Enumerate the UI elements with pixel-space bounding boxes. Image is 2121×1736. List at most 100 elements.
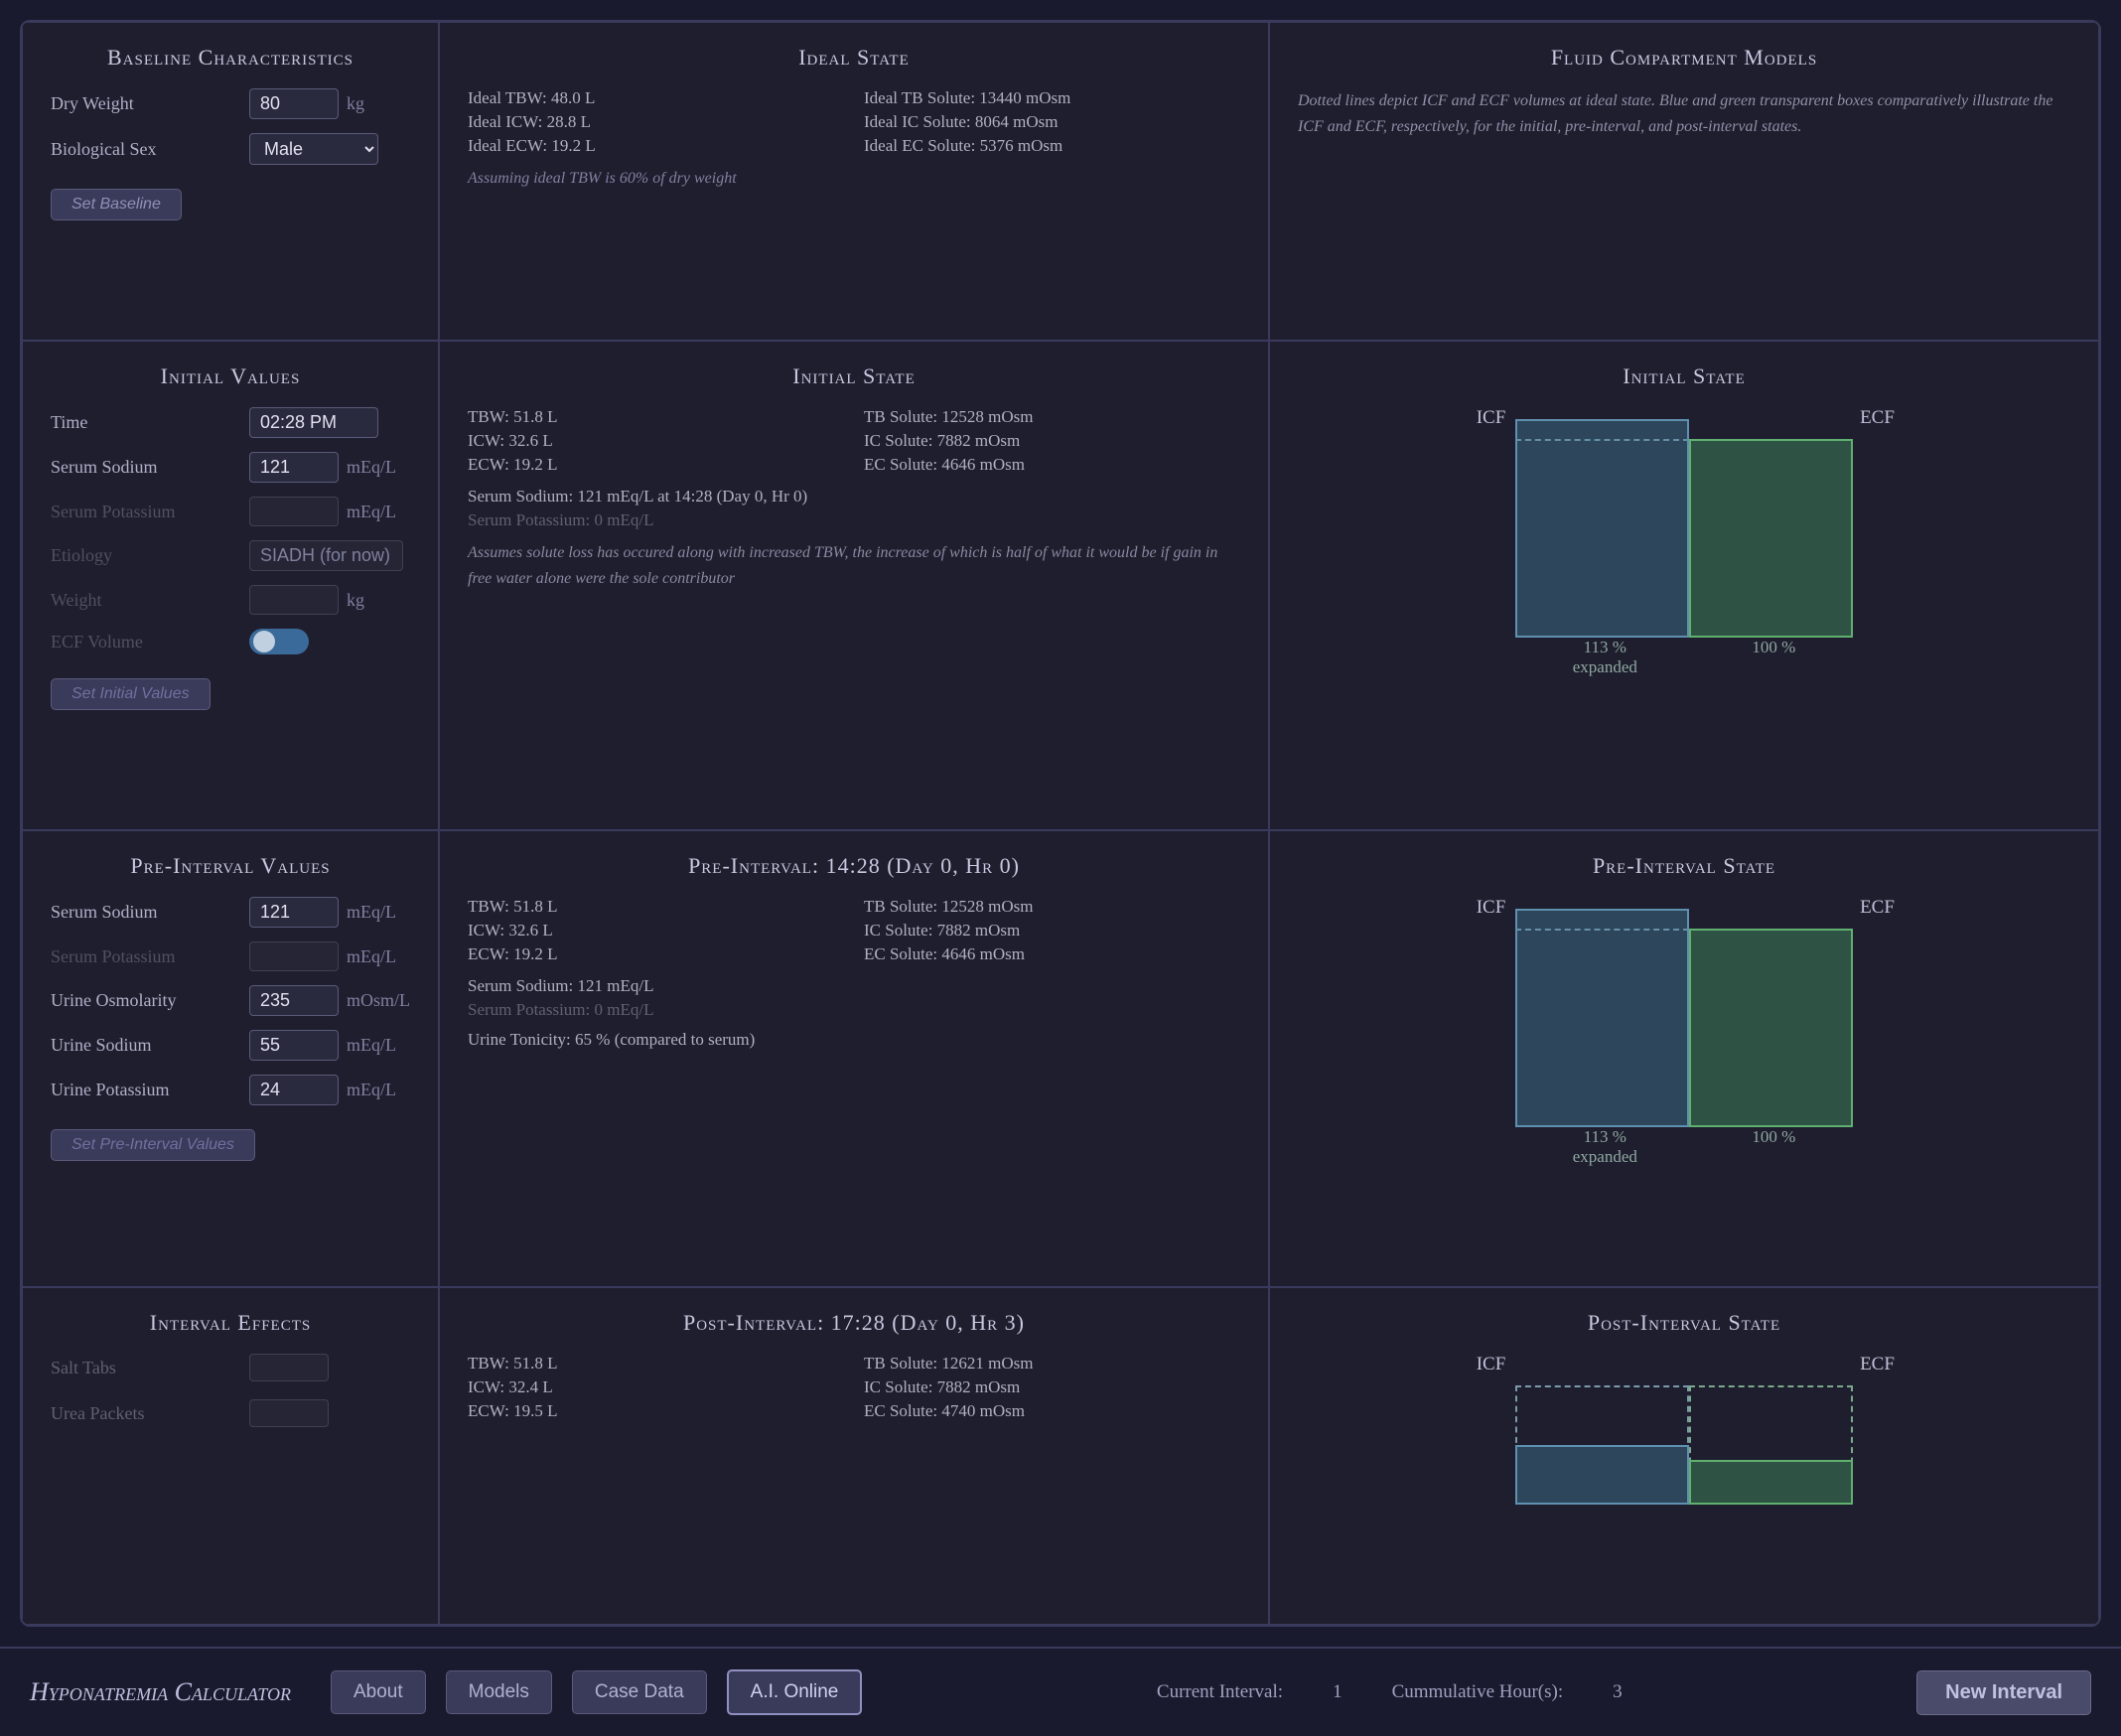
set-initial-values-button[interactable]: Set Initial Values xyxy=(51,678,211,710)
urine-sodium-input[interactable] xyxy=(249,1030,339,1061)
post-interval-state-data: TBW: 51.8 L TB Solute: 12621 mOsm ICW: 3… xyxy=(468,1354,1240,1421)
ecf-volume-toggle[interactable] xyxy=(249,629,309,654)
serum-sodium-label: Serum Sodium xyxy=(51,457,249,478)
time-row: Time xyxy=(51,407,410,438)
serum-sodium-input[interactable] xyxy=(249,452,339,483)
cumulative-hours-label: Cummulative Hour(s): xyxy=(1392,1681,1564,1703)
pre-interval-state-data: TBW: 51.8 L TB Solute: 12528 mOsm ICW: 3… xyxy=(468,897,1240,964)
initial-state-visual-title: Initial State xyxy=(1298,363,2070,389)
urine-potassium-label: Urine Potassium xyxy=(51,1080,249,1100)
pre-interval-state-section: Pre-Interval: 14:28 (Day 0, Hr 0) TBW: 5… xyxy=(439,830,1269,1287)
initial-ecf-pct: 100 % xyxy=(1752,638,1795,677)
pre-ecf-pct: 100 % xyxy=(1752,1127,1795,1167)
interval-effects-section: Interval Effects Salt Tabs Urea Packets xyxy=(22,1287,439,1625)
pre-ic-solute: IC Solute: 7882 mOsm xyxy=(864,921,1240,940)
initial-values-section: Initial Values Time Serum Sodium mEq/L S… xyxy=(22,341,439,830)
urine-potassium-unit: mEq/L xyxy=(347,1080,396,1100)
ideal-ecw: Ideal ECW: 19.2 L xyxy=(468,136,844,156)
initial-icf-solid xyxy=(1515,419,1689,638)
baseline-title: Baseline Characteristics xyxy=(51,45,410,71)
biological-sex-label: Biological Sex xyxy=(51,139,249,160)
urine-sodium-unit: mEq/L xyxy=(347,1035,396,1056)
urine-osmolarity-unit: mOsm/L xyxy=(347,990,410,1011)
biological-sex-row: Biological Sex Male Female xyxy=(51,133,410,165)
pre-serum-sodium-label: Serum Sodium xyxy=(51,902,249,923)
salt-tabs-label: Salt Tabs xyxy=(51,1358,249,1378)
etiology-input[interactable] xyxy=(249,540,403,571)
ecf-volume-label: ECF Volume xyxy=(51,632,249,652)
urea-packets-input[interactable] xyxy=(249,1399,329,1427)
new-interval-button[interactable]: New Interval xyxy=(1916,1670,2091,1715)
initial-tbw: TBW: 51.8 L xyxy=(468,407,844,427)
weight-row: Weight kg xyxy=(51,585,410,615)
set-baseline-button[interactable]: Set Baseline xyxy=(51,189,182,220)
ideal-state-section: Ideal State Ideal TBW: 48.0 L Ideal TB S… xyxy=(439,22,1269,341)
initial-state-section: Initial State TBW: 51.8 L TB Solute: 125… xyxy=(439,341,1269,830)
post-ecw: ECW: 19.5 L xyxy=(468,1401,844,1421)
post-icf-ecf-labels: ICF ECF xyxy=(1298,1354,2070,1375)
status-area: Current Interval: 1 Cummulative Hour(s):… xyxy=(882,1681,1897,1703)
post-interval-state-visual: ICF ECF xyxy=(1298,1354,2070,1505)
initial-state-visual-section: Initial State ICF ECF 113 % expanded 100… xyxy=(1269,341,2099,830)
serum-potassium-row: Serum Potassium mEq/L xyxy=(51,497,410,526)
pre-serum-potassium-label: Serum Potassium xyxy=(51,946,249,967)
ecf-volume-row: ECF Volume xyxy=(51,629,410,654)
post-interval-state-title: Post-Interval: 17:28 (Day 0, Hr 3) xyxy=(468,1310,1240,1336)
pre-icf-solid xyxy=(1515,909,1689,1127)
post-interval-state-visual-section: Post-Interval State ICF ECF xyxy=(1269,1287,2099,1625)
pre-interval-state-visual-section: Pre-Interval State ICF ECF 113 % expande… xyxy=(1269,830,2099,1287)
urine-osmolarity-row: Urine Osmolarity mOsm/L xyxy=(51,985,410,1016)
dry-weight-label: Dry Weight xyxy=(51,93,249,114)
ideal-state-data: Ideal TBW: 48.0 L Ideal TB Solute: 13440… xyxy=(468,88,1240,156)
ecf-toggle-container xyxy=(249,629,309,654)
initial-state-note: Assumes solute loss has occured along wi… xyxy=(468,540,1240,591)
ideal-ec-solute: Ideal EC Solute: 5376 mOsm xyxy=(864,136,1240,156)
pre-serum-sodium-input[interactable] xyxy=(249,897,339,928)
initial-state-title: Initial State xyxy=(468,363,1240,389)
initial-serum-sodium: Serum Sodium: 121 mEq/L at 14:28 (Day 0,… xyxy=(468,487,1240,506)
biological-sex-select[interactable]: Male Female xyxy=(249,133,378,165)
pre-tb-solute: TB Solute: 12528 mOsm xyxy=(864,897,1240,917)
ai-online-button[interactable]: A.I. Online xyxy=(727,1669,863,1715)
about-button[interactable]: About xyxy=(331,1670,426,1714)
baseline-section: Baseline Characteristics Dry Weight kg B… xyxy=(22,22,439,341)
set-pre-interval-values-button[interactable]: Set Pre-Interval Values xyxy=(51,1129,255,1161)
post-ic-solute: IC Solute: 7882 mOsm xyxy=(864,1377,1240,1397)
ideal-tbw: Ideal TBW: 48.0 L xyxy=(468,88,844,108)
post-interval-state-section: Post-Interval: 17:28 (Day 0, Hr 3) TBW: … xyxy=(439,1287,1269,1625)
current-interval-label: Current Interval: xyxy=(1157,1681,1283,1703)
initial-visual-boxes xyxy=(1515,439,1853,638)
urine-osmolarity-input[interactable] xyxy=(249,985,339,1016)
post-visual-boxes xyxy=(1515,1385,1853,1505)
pre-serum-potassium: Serum Potassium: 0 mEq/L xyxy=(468,1000,1240,1020)
initial-ecf-solid xyxy=(1689,439,1853,638)
post-tb-solute: TB Solute: 12621 mOsm xyxy=(864,1354,1240,1374)
app-title: Hyponatremia Calculator xyxy=(30,1677,291,1707)
pre-serum-sodium-unit: mEq/L xyxy=(347,902,396,923)
initial-tb-solute: TB Solute: 12528 mOsm xyxy=(864,407,1240,427)
serum-potassium-label: Serum Potassium xyxy=(51,502,249,522)
models-button[interactable]: Models xyxy=(446,1670,552,1714)
etiology-label: Etiology xyxy=(51,545,249,566)
case-data-button[interactable]: Case Data xyxy=(572,1670,707,1714)
pre-ecf-label: ECF xyxy=(1684,897,2070,919)
pre-interval-values-section: Pre-Interval Values Serum Sodium mEq/L S… xyxy=(22,830,439,1287)
dry-weight-input[interactable] xyxy=(249,88,339,119)
urine-potassium-row: Urine Potassium mEq/L xyxy=(51,1075,410,1105)
salt-tabs-input[interactable] xyxy=(249,1354,329,1381)
initial-icw: ICW: 32.6 L xyxy=(468,431,844,451)
ideal-icw: Ideal ICW: 28.8 L xyxy=(468,112,844,132)
pre-ecf-solid xyxy=(1689,929,1853,1127)
urea-packets-row: Urea Packets xyxy=(51,1399,410,1427)
ideal-state-title: Ideal State xyxy=(468,45,1240,71)
urine-potassium-input[interactable] xyxy=(249,1075,339,1105)
pre-pct-labels: 113 % expanded 100 % xyxy=(1515,1127,1853,1167)
time-input[interactable] xyxy=(249,407,378,438)
initial-ic-solute: IC Solute: 7882 mOsm xyxy=(864,431,1240,451)
post-icf-label: ICF xyxy=(1298,1354,1684,1375)
initial-ec-solute: EC Solute: 4646 mOsm xyxy=(864,455,1240,475)
pre-interval-state-visual-title: Pre-Interval State xyxy=(1298,853,2070,879)
initial-serum-potassium: Serum Potassium: 0 mEq/L xyxy=(468,510,1240,530)
post-interval-state-visual-title: Post-Interval State xyxy=(1298,1310,2070,1336)
serum-sodium-unit: mEq/L xyxy=(347,457,396,478)
